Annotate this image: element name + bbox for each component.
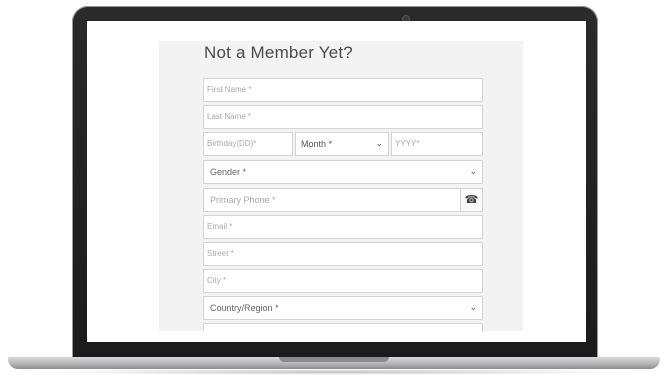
street-placeholder: Street * (207, 249, 234, 258)
phone-icon[interactable]: ☎ (460, 189, 482, 211)
signup-form: Not a Member Yet? First Name * Last Name… (87, 21, 586, 342)
primary-phone-placeholder: Primary Phone * (210, 195, 276, 205)
page-title: Not a Member Yet? (204, 43, 353, 62)
city-placeholder: City * (207, 276, 227, 285)
laptop-notch (279, 357, 389, 362)
birthday-year-placeholder: YYYY* (395, 139, 420, 148)
gender-select[interactable]: Gender * ⌄ (203, 160, 483, 184)
primary-phone-field[interactable]: Primary Phone * ☎ (203, 188, 483, 212)
chevron-down-icon: ⌄ (469, 166, 477, 176)
street-field[interactable]: Street * (203, 242, 483, 266)
first-name-field[interactable]: First Name * (203, 78, 483, 102)
laptop-shadow (30, 369, 638, 375)
birthday-day-placeholder: Birthday(DD)* (207, 139, 257, 148)
first-name-placeholder: First Name * (207, 85, 252, 94)
chevron-down-icon: ⌄ (375, 138, 383, 148)
birthday-month-value: Month * (301, 139, 333, 149)
birthday-day-field[interactable]: Birthday(DD)* (203, 132, 293, 156)
last-name-field[interactable]: Last Name * (203, 105, 483, 129)
last-name-placeholder: Last Name * (207, 112, 252, 121)
chevron-down-icon: ⌄ (469, 302, 477, 312)
birthday-month-select[interactable]: Month * ⌄ (295, 132, 389, 156)
gender-value: Gender * (210, 167, 247, 177)
birthday-year-field[interactable]: YYYY* (391, 132, 483, 156)
country-region-value: Country/Region * (210, 303, 279, 313)
email-placeholder: Email * (207, 222, 233, 231)
email-field[interactable]: Email * (203, 215, 483, 239)
country-region-select[interactable]: Country/Region * ⌄ (203, 296, 483, 320)
city-field[interactable]: City * (203, 269, 483, 293)
next-field-partial (203, 323, 483, 331)
